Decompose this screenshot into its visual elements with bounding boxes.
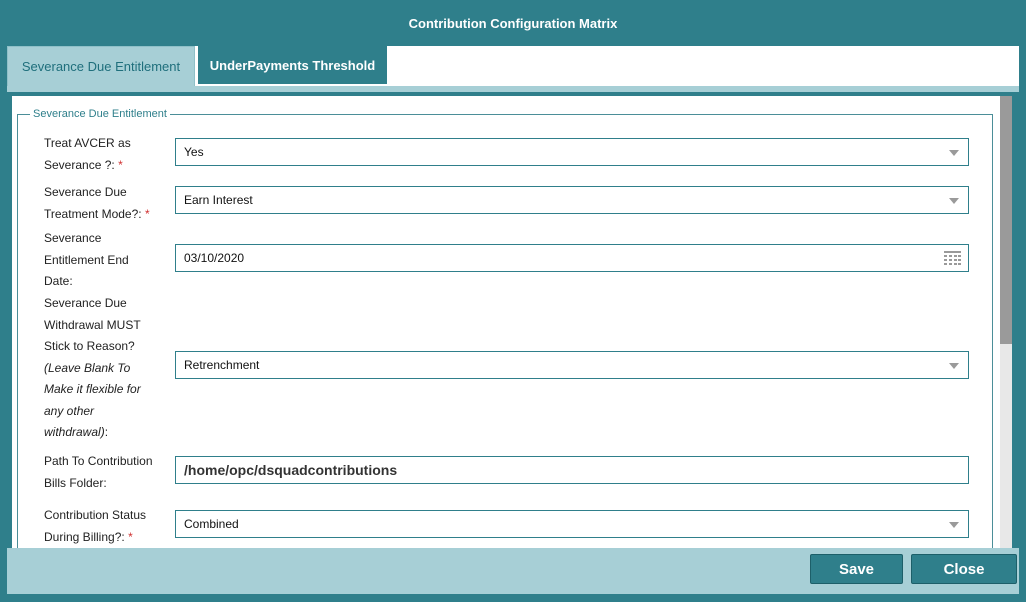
treatment-mode-select[interactable]: Earn Interest [175,186,969,214]
withdrawal-label-line1: Severance Due [44,296,127,310]
withdrawal-label-line2: Withdrawal MUST [44,317,141,332]
chevron-down-icon[interactable] [949,198,959,204]
withdrawal-reason-label: Severance Due Withdrawal MUST Stick to R… [44,293,141,444]
end-date-input[interactable]: 03/10/2020 [175,244,969,272]
required-marker: * [128,529,133,544]
withdrawal-hint-line2: Make it flexible for [44,382,141,396]
treatment-mode-label: Severance Due Treatment Mode?: * [44,182,150,225]
bills-path-value: /home/opc/dsquadcontributions [184,462,398,478]
end-date-label-line2: Entitlement End [44,252,129,267]
treatment-mode-label-line1: Severance Due [44,185,127,199]
end-date-value: 03/10/2020 [184,251,245,265]
withdrawal-hint-line3: any other [44,403,95,418]
billing-status-value: Combined [184,517,239,531]
billing-status-label-line2: During Billing?: [44,529,125,544]
withdrawal-label-colon: : [104,425,109,439]
fieldset-legend: Severance Due Entitlement [30,108,170,120]
treat-avcer-label-line2: Severance ?: [44,157,115,172]
calendar-icon[interactable] [944,251,961,266]
treat-avcer-label-line1: Treat AVCER as [44,136,131,150]
dialog-title: Contribution Configuration Matrix [0,0,1026,46]
vertical-scrollbar[interactable] [1000,96,1012,548]
required-marker: * [118,157,123,172]
billing-status-select[interactable]: Combined [175,510,969,538]
treatment-mode-label-line2: Treatment Mode?: [44,206,142,221]
treatment-mode-value: Earn Interest [184,193,253,207]
required-marker: * [144,206,150,221]
billing-status-label-line1: Contribution Status [44,508,147,522]
treat-avcer-value: Yes [184,145,204,159]
bills-path-label-line2: Bills Folder: [44,475,107,490]
bills-path-input[interactable]: /home/opc/dsquadcontributions [175,456,969,484]
bills-path-label-line1: Path To Contribution [44,454,153,468]
chevron-down-icon[interactable] [949,150,959,156]
end-date-label-line1: Severance [44,231,102,245]
billing-status-label: Contribution Status During Billing?: * [44,505,146,548]
treat-avcer-label: Treat AVCER as Severance ?: * [44,133,131,176]
save-button[interactable]: Save [810,554,903,584]
withdrawal-reason-select[interactable]: Retrenchment [175,351,969,379]
withdrawal-reason-value: Retrenchment [184,358,260,372]
treat-avcer-select[interactable]: Yes [175,138,969,166]
form-panel: Severance Due Entitlement Treat AVCER as… [12,96,1000,548]
withdrawal-hint-line1: (Leave Blank To [44,360,131,375]
chevron-down-icon[interactable] [949,363,959,369]
scrollbar-thumb[interactable] [1000,96,1012,344]
withdrawal-label-line3: Stick to Reason? [44,339,135,353]
end-date-label: Severance Entitlement End Date: [44,228,129,293]
tab-bar: Severance Due Entitlement UnderPayments … [7,46,1019,86]
bills-path-label: Path To Contribution Bills Folder: [44,451,153,494]
end-date-label-line3: Date: [44,274,73,288]
chevron-down-icon[interactable] [949,522,959,528]
tab-severance-due-entitlement[interactable]: Severance Due Entitlement [7,46,195,86]
close-button[interactable]: Close [911,554,1017,584]
withdrawal-hint-line4: withdrawal) [44,425,105,439]
tab-underpayments-threshold[interactable]: UnderPayments Threshold [198,46,387,84]
